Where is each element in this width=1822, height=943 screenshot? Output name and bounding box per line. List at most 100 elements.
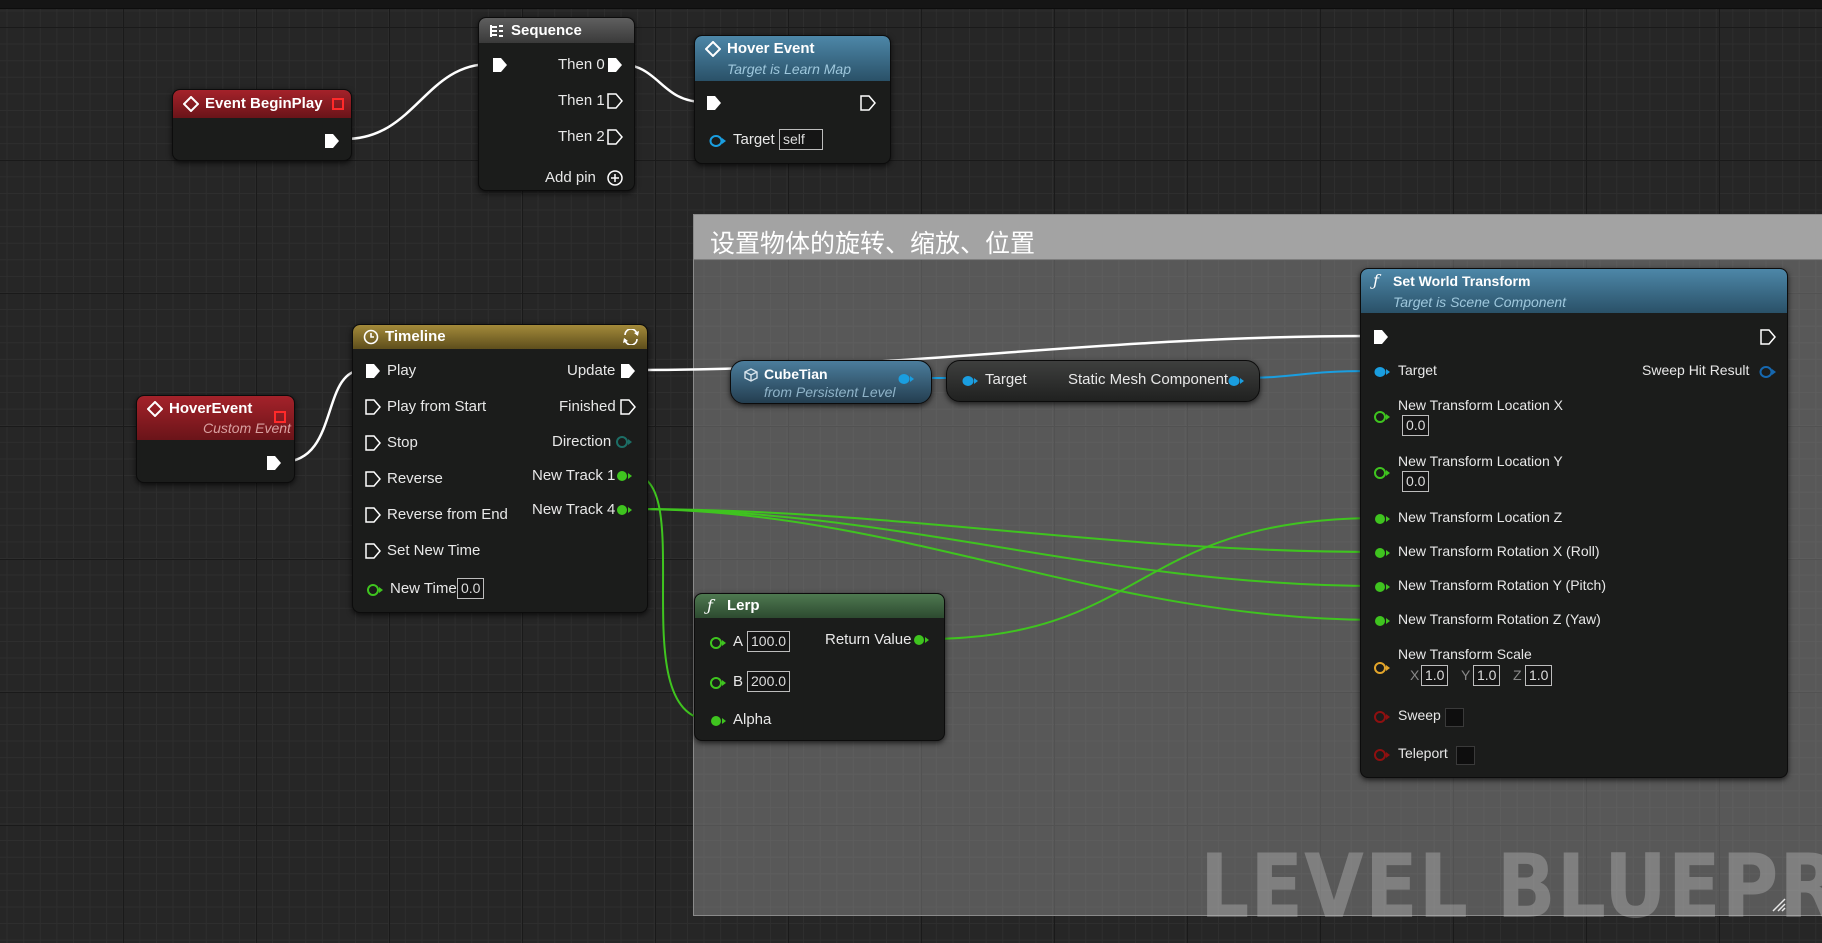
lerp-alpha-label: Alpha (733, 711, 772, 728)
static-mesh-component-getter-node[interactable]: Target Static Mesh Component (946, 360, 1260, 402)
rotation-x-pin[interactable] (1373, 546, 1391, 560)
sweep-label: Sweep (1398, 707, 1441, 723)
add-pin-icon[interactable] (606, 169, 624, 187)
exec-out-pin[interactable] (1759, 328, 1777, 346)
lerp-alpha-pin[interactable] (709, 714, 727, 728)
event-beginplay-node[interactable]: Event BeginPlay (172, 89, 352, 161)
event-diamond-icon (183, 96, 199, 112)
hover-custom-event-node[interactable]: HoverEvent Custom Event (136, 395, 295, 483)
sequence-icon (490, 25, 503, 37)
hover-event-call-title: Hover Event (727, 40, 815, 57)
sweep-bool-pin[interactable] (1373, 710, 1391, 724)
sweep-hit-result-pin[interactable] (1759, 365, 1777, 379)
sequence-title: Sequence (511, 22, 582, 39)
rotation-x-label: New Transform Rotation X (Roll) (1398, 543, 1600, 559)
location-y-pin[interactable] (1373, 466, 1391, 480)
lerp-b-value[interactable]: 200.0 (747, 671, 791, 692)
hover-event-call-subtitle: Target is Learn Map (727, 61, 851, 77)
new-time-value[interactable]: 0.0 (457, 578, 485, 599)
exec-in-pin[interactable] (1372, 328, 1390, 346)
teleport-bool-pin[interactable] (1373, 748, 1391, 762)
target-object-pin[interactable] (709, 134, 727, 148)
lerp-b-pin[interactable] (709, 676, 727, 690)
then1-exec-pin[interactable] (606, 92, 624, 110)
hover-event-call-node[interactable]: Hover Event Target is Learn Map Target s… (694, 35, 891, 164)
set-new-time-exec-pin[interactable] (364, 542, 382, 560)
new-track-4-float-pin[interactable] (615, 503, 633, 517)
new-time-label: New Time (390, 580, 457, 597)
reverse-from-end-label: Reverse from End (387, 506, 508, 523)
stop-exec-pin[interactable] (364, 434, 382, 452)
play-from-start-exec-pin[interactable] (364, 398, 382, 416)
direction-label: Direction (552, 433, 612, 450)
timeline-node[interactable]: Timeline Play Play from Start Stop Rever… (352, 324, 648, 613)
target-label: Target (733, 131, 775, 148)
scale-z-label: Z (1513, 667, 1522, 683)
lerp-a-label: A (733, 633, 744, 650)
set-world-transform-node[interactable]: ƒ Set World Transform Target is Scene Co… (1360, 268, 1788, 778)
then0-exec-pin[interactable] (606, 56, 624, 74)
location-y-label: New Transform Location Y (1398, 453, 1563, 469)
reverse-exec-pin[interactable] (364, 470, 382, 488)
scale-y-value[interactable]: 1.0 (1473, 665, 1501, 686)
getter-component-out-pin[interactable] (1227, 374, 1245, 388)
cube-reference-node[interactable]: CubeTian from Persistent Level (730, 360, 932, 404)
new-track-1-float-pin[interactable] (615, 469, 633, 483)
location-x-pin[interactable] (1373, 410, 1391, 424)
cube-reference-subtitle: from Persistent Level (764, 384, 896, 400)
exec-out-pin[interactable] (265, 454, 283, 472)
location-x-label: New Transform Location X (1398, 397, 1563, 413)
then1-label: Then 1 (558, 92, 605, 109)
stop-label: Stop (387, 434, 418, 451)
transform-target-pin[interactable] (1373, 365, 1391, 379)
set-world-transform-subtitle: Target is Scene Component (1393, 294, 1567, 310)
then0-label: Then 0 (558, 56, 605, 73)
getter-target-label: Target (985, 371, 1027, 388)
cube-reference-title: CubeTian (764, 366, 828, 382)
scale-z-value[interactable]: 1.0 (1525, 665, 1553, 686)
add-pin-label[interactable]: Add pin (545, 169, 596, 186)
exec-in-pin[interactable] (491, 56, 509, 74)
wire-beginplay-sequence (343, 62, 492, 141)
finished-label: Finished (559, 398, 616, 415)
play-exec-pin[interactable] (364, 362, 382, 380)
scale-vector-pin[interactable] (1373, 661, 1391, 675)
delegate-pin-icon[interactable] (274, 411, 286, 423)
event-diamond-icon (705, 41, 721, 57)
new-time-float-pin[interactable] (366, 583, 384, 597)
location-z-pin[interactable] (1373, 512, 1391, 526)
delegate-pin-icon[interactable] (332, 98, 344, 110)
new-track-4-label: New Track 4 (532, 501, 616, 518)
reverse-from-end-exec-pin[interactable] (364, 506, 382, 524)
getter-target-pin[interactable] (961, 374, 979, 388)
exec-out-pin[interactable] (323, 132, 341, 150)
lerp-a-pin[interactable] (709, 636, 727, 650)
finished-exec-pin[interactable] (619, 398, 637, 416)
lerp-return-pin[interactable] (912, 633, 930, 647)
location-x-value[interactable]: 0.0 (1402, 415, 1430, 436)
scale-y-label: Y (1461, 667, 1471, 683)
rotation-z-pin[interactable] (1373, 614, 1391, 628)
lerp-node[interactable]: ƒ Lerp A 100.0 B 200.0 Alpha Return Valu… (694, 593, 945, 741)
location-y-value[interactable]: 0.0 (1402, 471, 1430, 492)
target-self-value[interactable]: self (779, 129, 823, 150)
rotation-y-pin[interactable] (1373, 580, 1391, 594)
update-exec-pin[interactable] (619, 362, 637, 380)
hover-custom-event-title: HoverEvent (169, 400, 253, 417)
exec-in-pin[interactable] (705, 94, 723, 112)
cube-object-out-pin[interactable] (897, 372, 915, 386)
scale-label: New Transform Scale (1398, 646, 1532, 662)
then2-exec-pin[interactable] (606, 128, 624, 146)
direction-enum-pin[interactable] (615, 435, 633, 449)
then2-label: Then 2 (558, 128, 605, 145)
sequence-node[interactable]: Sequence Then 0 Then 1 Then 2 Add pin (478, 17, 635, 191)
exec-out-pin[interactable] (859, 94, 877, 112)
event-diamond-icon (147, 401, 163, 417)
loop-icon[interactable] (621, 329, 641, 345)
update-label: Update (567, 362, 616, 379)
teleport-checkbox[interactable] (1456, 746, 1475, 765)
scale-x-value[interactable]: 1.0 (1421, 665, 1449, 686)
set-new-time-label: Set New Time (387, 542, 481, 559)
sweep-checkbox[interactable] (1445, 708, 1464, 727)
lerp-a-value[interactable]: 100.0 (747, 631, 791, 652)
